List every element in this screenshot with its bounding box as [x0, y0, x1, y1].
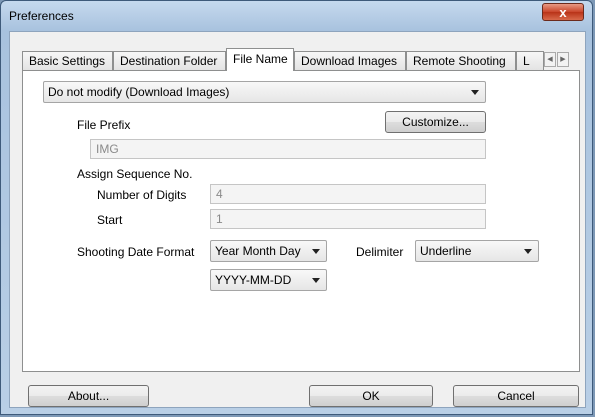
window-title: Preferences: [9, 9, 74, 23]
date-pattern-select[interactable]: YYYY-MM-DD: [210, 269, 327, 291]
date-order-select[interactable]: Year Month Day: [210, 240, 327, 262]
tab-truncated[interactable]: L: [516, 51, 544, 70]
arrow-right-icon: ▶: [560, 56, 566, 63]
start-label: Start: [97, 213, 123, 227]
date-pattern-value: YYYY-MM-DD: [215, 273, 292, 287]
customize-button[interactable]: Customize...: [385, 111, 486, 133]
file-prefix-field[interactable]: IMG: [90, 139, 486, 159]
dialog-client-area: Basic Settings Destination Folder File N…: [9, 31, 586, 408]
tab-file-name[interactable]: File Name: [226, 48, 294, 71]
title-bar[interactable]: Preferences x: [1, 1, 592, 31]
close-button[interactable]: x: [542, 3, 584, 21]
delimiter-value: Underline: [420, 244, 472, 258]
assign-sequence-label: Assign Sequence No.: [77, 167, 193, 181]
tab-basic-settings[interactable]: Basic Settings: [22, 51, 113, 70]
rename-mode-select[interactable]: Do not modify (Download Images): [43, 81, 486, 103]
close-icon: x: [559, 5, 567, 20]
tab-strip: Basic Settings Destination Folder File N…: [22, 48, 580, 71]
chevron-down-icon: [471, 90, 479, 95]
about-button[interactable]: About...: [28, 385, 149, 407]
delimiter-select[interactable]: Underline: [415, 240, 539, 262]
rename-mode-value: Do not modify (Download Images): [48, 85, 230, 99]
date-order-value: Year Month Day: [215, 244, 301, 258]
chevron-down-icon: [524, 249, 532, 254]
shooting-date-format-label: Shooting Date Format: [77, 245, 195, 259]
cancel-button[interactable]: Cancel: [453, 385, 579, 407]
tab-remote-shooting[interactable]: Remote Shooting: [406, 51, 516, 70]
tab-scroll-right-button[interactable]: ▶: [557, 52, 569, 67]
tab-download-images[interactable]: Download Images: [294, 51, 406, 70]
chevron-down-icon: [312, 249, 320, 254]
arrow-left-icon: ◀: [547, 56, 553, 63]
file-prefix-label: File Prefix: [77, 118, 131, 132]
number-of-digits-field[interactable]: 4: [210, 184, 486, 204]
number-of-digits-label: Number of Digits: [97, 188, 187, 202]
tab-scroll-left-button[interactable]: ◀: [544, 52, 556, 67]
tab-destination-folder[interactable]: Destination Folder: [113, 51, 226, 70]
preferences-window: Preferences x Basic Settings Destination…: [0, 0, 593, 415]
chevron-down-icon: [312, 278, 320, 283]
start-field[interactable]: 1: [210, 209, 486, 229]
ok-button[interactable]: OK: [309, 385, 433, 407]
delimiter-label: Delimiter: [356, 245, 404, 259]
file-name-panel: Do not modify (Download Images) Customiz…: [22, 70, 580, 372]
